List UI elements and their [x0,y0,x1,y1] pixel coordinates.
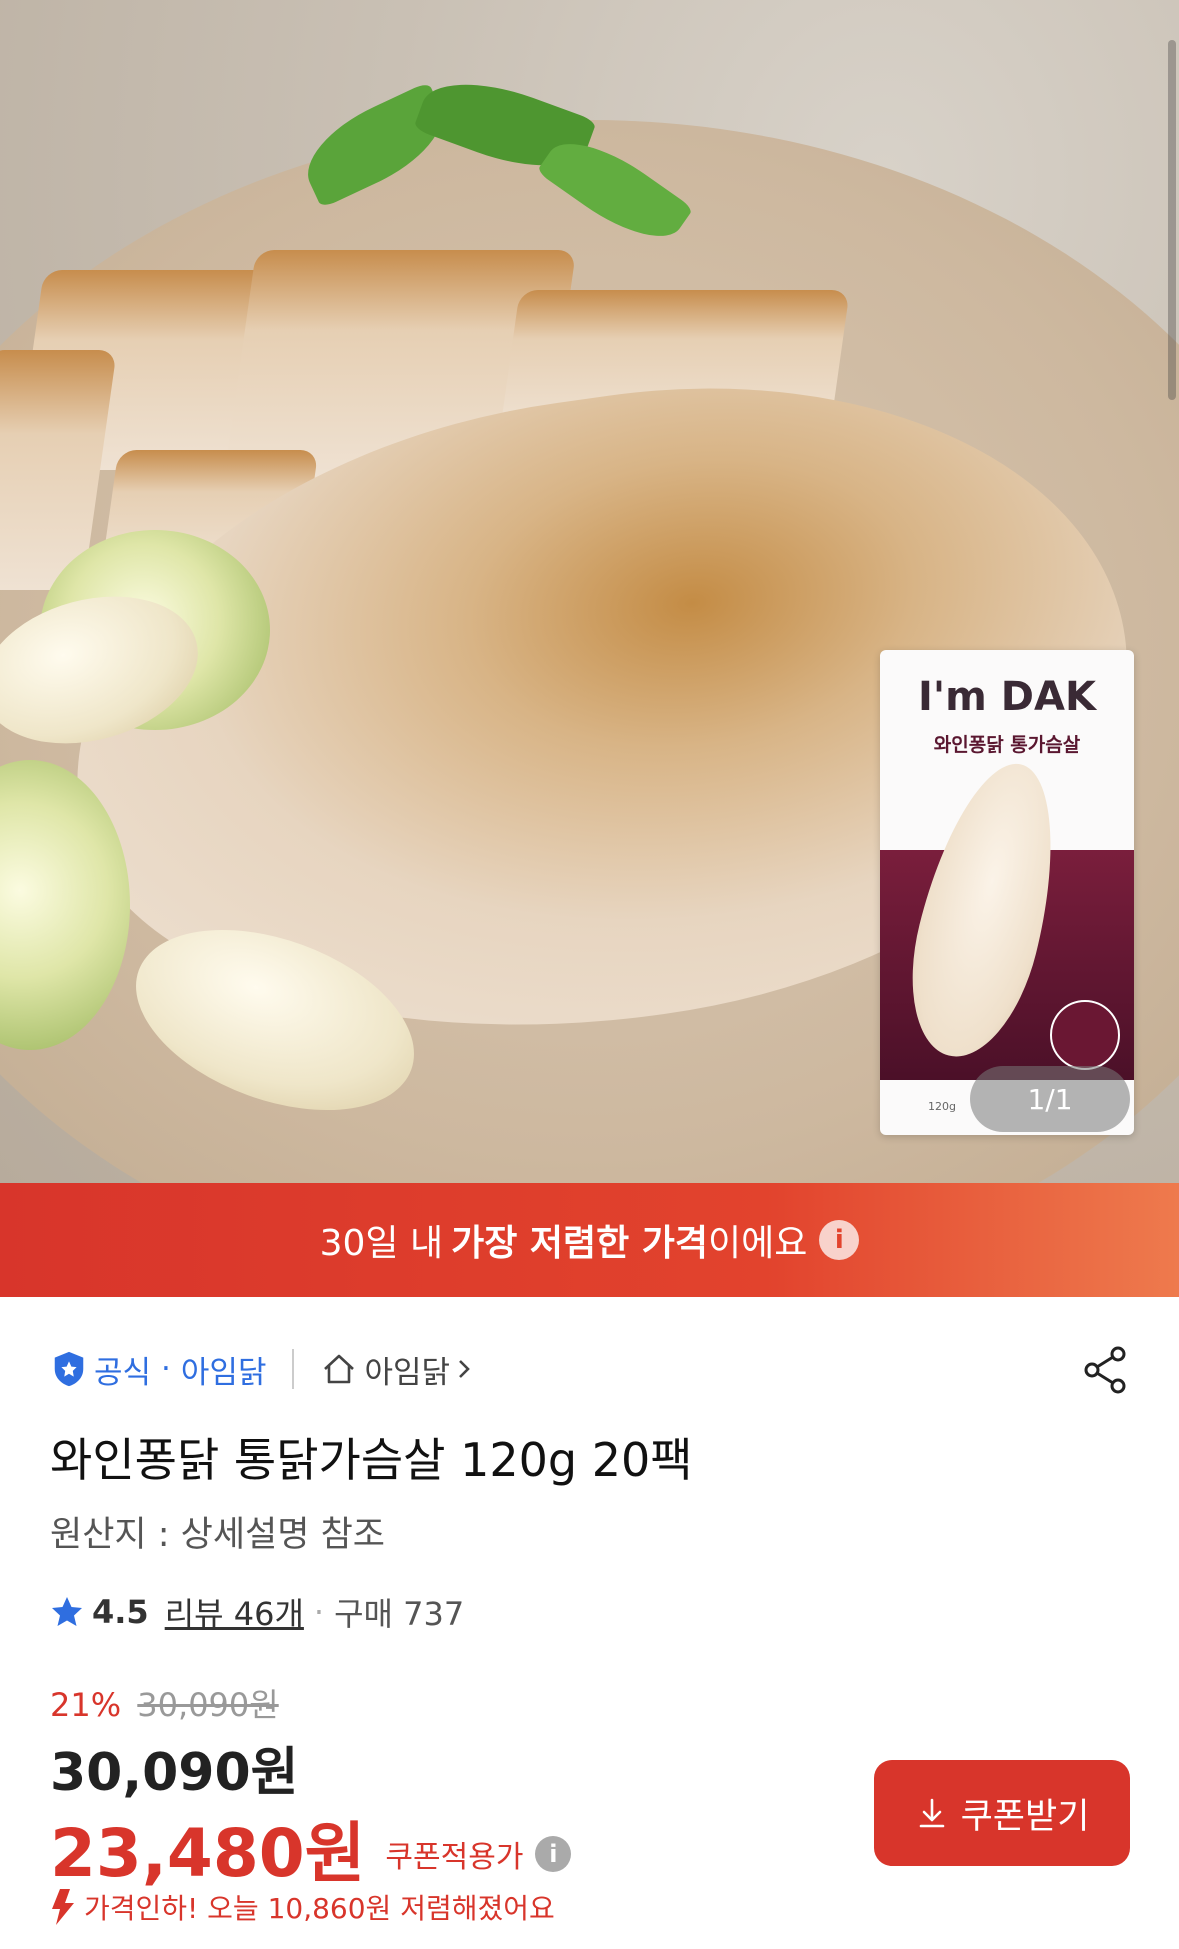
price-drop-text: 가격인하! 오늘 10,860원 저렴해졌어요 [84,1892,555,1925]
package-brand: I'm DAK [918,674,1096,720]
download-icon [919,1798,944,1828]
banner-suffix: 이에요 [708,1223,808,1264]
separator-dot: · [313,1593,325,1631]
banner-highlight: 가장 저렴한 가격 [451,1223,709,1264]
purchase-count: 구매 737 [334,1595,465,1633]
chevron-right-icon [459,1360,470,1378]
price-drop-arrow-icon [52,1889,74,1925]
seller-row: 공식 · 아임닭 아임닭 [50,1345,480,1393]
info-icon[interactable]: i [819,1220,860,1260]
share-icon[interactable] [1078,1342,1134,1398]
separator-dot: · [161,1351,171,1387]
divider [292,1349,295,1389]
package-product-name: 와인퐁닭 통가슴살 [933,734,1081,756]
lowest-price-banner[interactable]: 30일 내 가장 저렴한 가격 이에요 i [0,1183,1179,1297]
price-drop-notice: 가격인하! 오늘 10,860원 저렴해졌어요 [48,1887,555,1927]
rating-score: 4.5 [92,1593,149,1631]
official-seller-name[interactable]: 아임닭 [181,1347,267,1392]
star-icon [52,1597,82,1626]
image-counter: 1/1 [970,1066,1130,1132]
official-label[interactable]: 공식 [94,1347,151,1392]
coupon-price-label: 쿠폰적용가 [385,1840,524,1875]
package-fine-print: 120g [928,1100,956,1113]
info-icon[interactable]: i [535,1836,572,1872]
banner-prefix: 30일 내 [319,1223,444,1264]
original-price: 30,090원 [137,1686,279,1724]
discount-percent: 21% [50,1686,122,1724]
coupon-price-row: 23,480원 쿠폰적용가 i [50,1800,572,1896]
discount-row: 21% 30,090원 [50,1680,279,1726]
sale-price: 30,090원 [50,1743,299,1803]
home-icon [324,1354,355,1384]
product-package: I'm DAK 와인퐁닭 통가슴살 120g [880,650,1134,1135]
product-image[interactable]: I'm DAK 와인퐁닭 통가슴살 120g 1/1 [0,0,1179,1183]
package-badge [1050,1000,1120,1070]
rating-row: 4.5 리뷰 46개 · 구매 737 [50,1588,464,1636]
store-link[interactable]: 아임닭 [320,1347,480,1392]
product-origin: 원산지 : 상세설명 참조 [50,1515,385,1555]
store-name: 아임닭 [364,1354,451,1391]
reviews-link[interactable]: 리뷰 46개 [165,1589,304,1635]
get-coupon-button[interactable]: 쿠폰받기 [874,1760,1130,1866]
official-badge-icon [54,1351,84,1387]
coupon-price: 23,480원 [50,1815,366,1892]
product-title: 와인퐁닭 통닭가슴살 120g 20팩 [50,1433,693,1487]
get-coupon-label: 쿠폰받기 [960,1796,1090,1837]
scrollbar[interactable] [1168,40,1176,400]
